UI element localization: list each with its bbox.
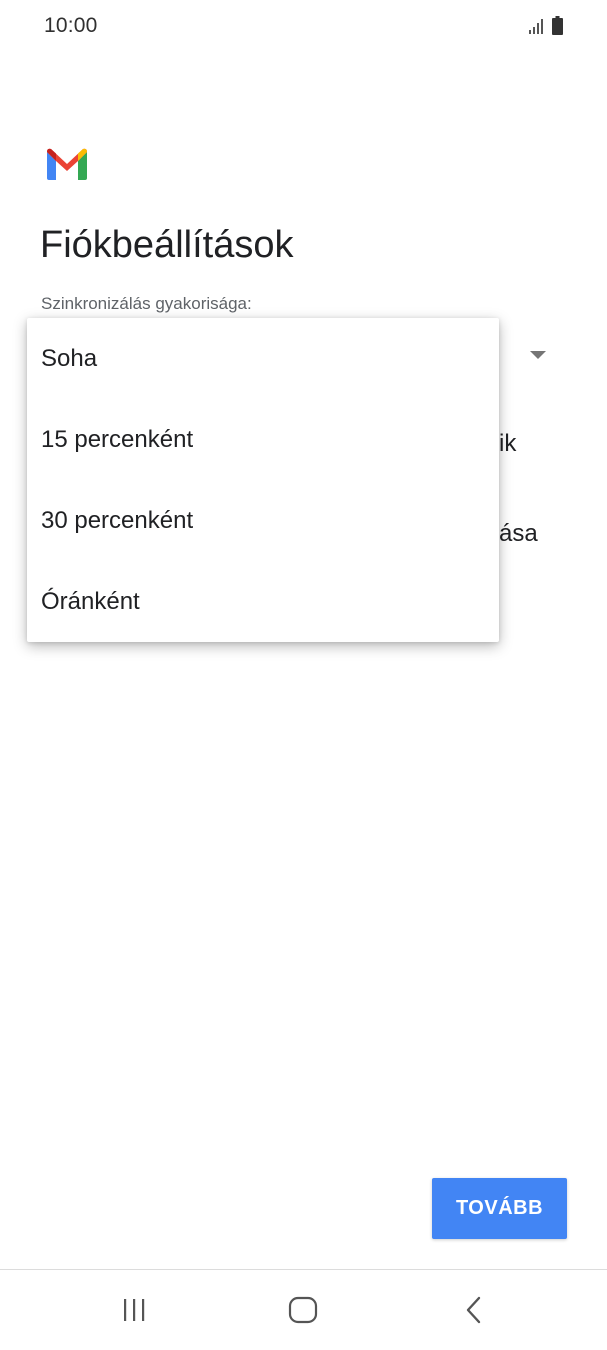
dropdown-option-15-min[interactable]: 15 percenként (27, 399, 499, 480)
system-nav-bar (0, 1270, 607, 1350)
home-button[interactable] (263, 1270, 343, 1350)
recent-apps-icon (124, 1299, 145, 1321)
status-time: 10:00 (44, 14, 98, 37)
page-title: Fiókbeállítások (40, 224, 294, 266)
dropdown-option-hourly[interactable]: Óránként (27, 561, 499, 642)
status-icons (528, 16, 563, 35)
back-icon (466, 1296, 481, 1324)
sync-frequency-dropdown: Soha 15 percenként 30 percenként Óránkén… (27, 318, 499, 642)
gmail-logo-icon (47, 148, 87, 180)
status-bar: 10:00 (0, 0, 607, 56)
sync-frequency-label: Szinkronizálás gyakorisága: (41, 294, 252, 313)
recent-apps-button[interactable] (94, 1270, 174, 1350)
home-icon (288, 1296, 318, 1324)
next-button[interactable]: TOVÁBB (432, 1178, 567, 1239)
signal-icon (529, 19, 543, 34)
dropdown-option-never[interactable]: Soha (27, 318, 499, 399)
background-option-text: ik (499, 430, 517, 457)
back-button[interactable] (434, 1270, 514, 1350)
battery-icon (552, 16, 563, 35)
sync-frequency-spinner-arrow-icon[interactable] (530, 351, 546, 359)
dropdown-option-30-min[interactable]: 30 percenként (27, 480, 499, 561)
background-option-text: ása (499, 520, 538, 547)
